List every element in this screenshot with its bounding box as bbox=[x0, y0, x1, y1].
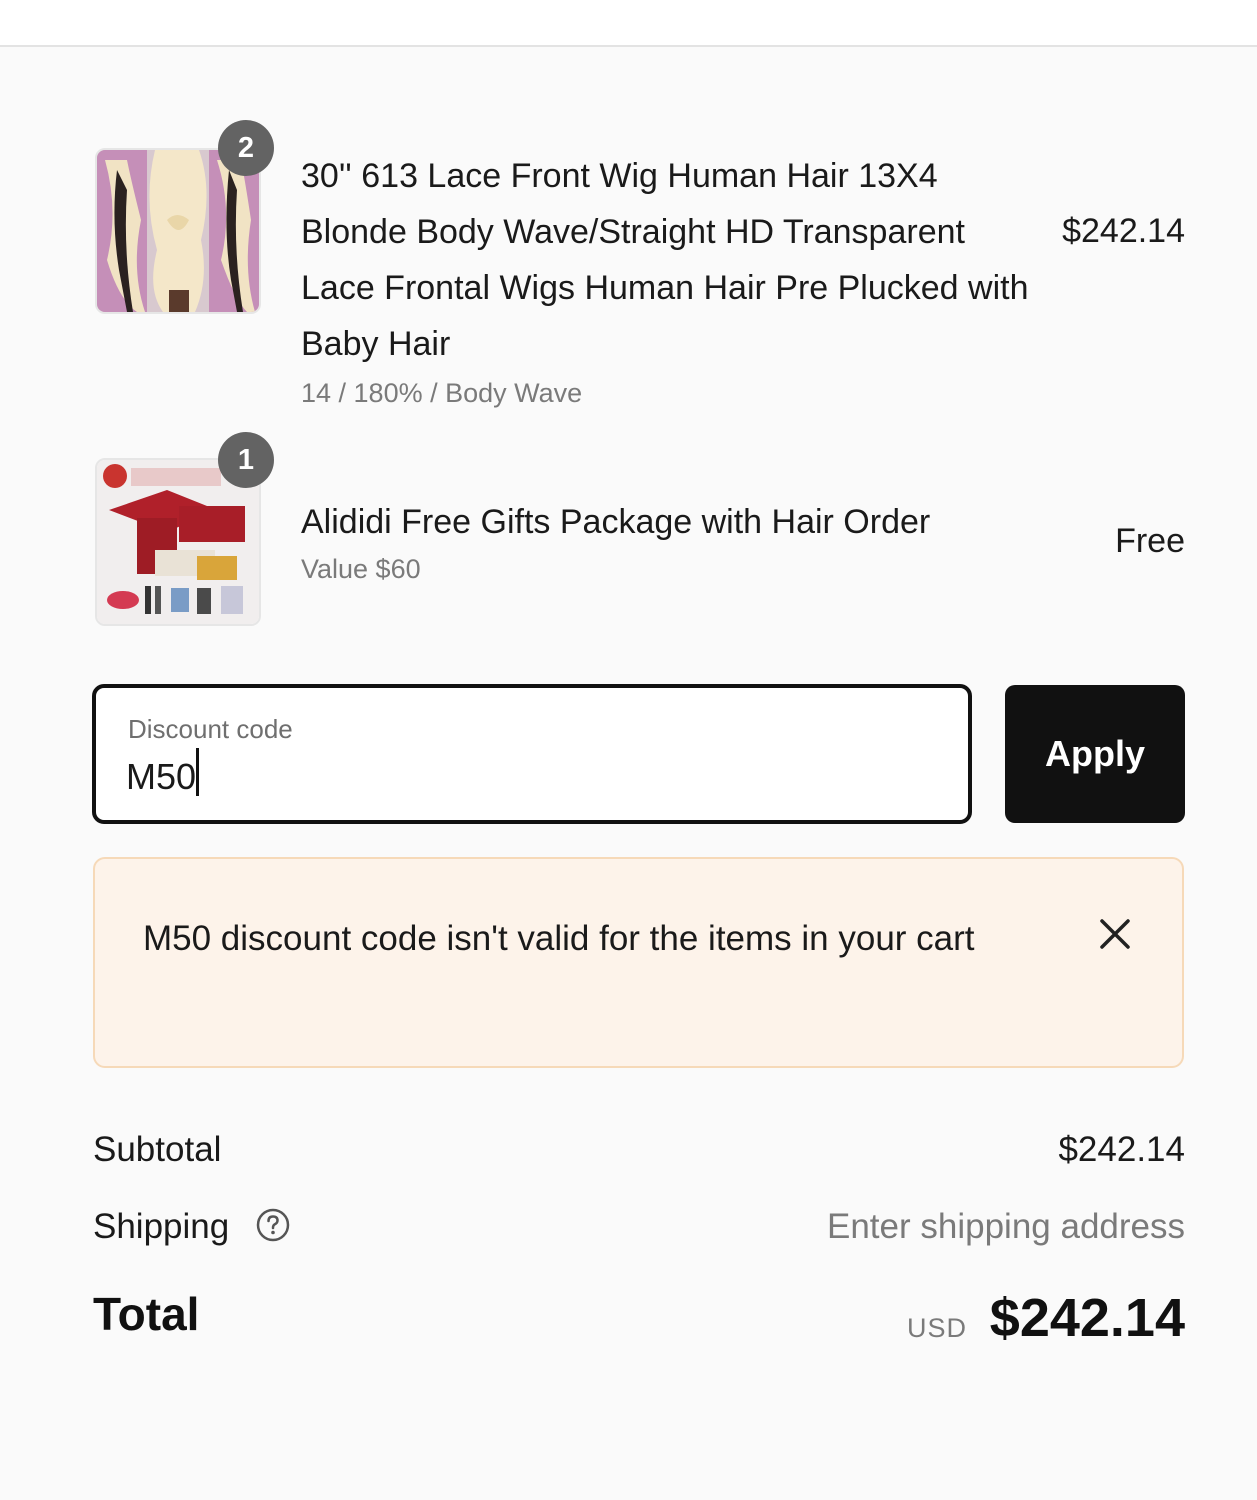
item-price: Free bbox=[1115, 522, 1185, 560]
item-price: $242.14 bbox=[1062, 212, 1185, 250]
item-variant: Value $60 bbox=[301, 554, 421, 584]
shipping-value: Enter shipping address bbox=[827, 1207, 1185, 1246]
total-value: $242.14 bbox=[989, 1288, 1185, 1348]
item-title: 30'' 613 Lace Front Wig Human Hair 13X4 … bbox=[301, 157, 1029, 363]
subtotal-value: $242.14 bbox=[1058, 1130, 1185, 1169]
quantity-badge: 2 bbox=[218, 120, 274, 176]
text-caret bbox=[196, 748, 199, 796]
line-item-wig: 2 30'' 613 Lace Front Wig Human Hair 13X… bbox=[95, 120, 1185, 418]
header-bar bbox=[0, 0, 1257, 47]
wig-product-image bbox=[97, 150, 259, 312]
discount-code-label: Discount code bbox=[128, 714, 293, 744]
discount-code-field[interactable]: Discount code bbox=[92, 684, 972, 824]
total-label: Total bbox=[93, 1288, 200, 1340]
item-title: Alididi Free Gifts Package with Hair Ord… bbox=[301, 503, 931, 541]
shipping-row: Shipping Enter shipping address bbox=[93, 1207, 1185, 1251]
subtotal-label: Subtotal bbox=[93, 1130, 222, 1169]
item-variant: 14 / 180% / Body Wave bbox=[301, 378, 583, 408]
close-icon[interactable] bbox=[1098, 917, 1132, 951]
discount-error-banner: M50 discount code isn't valid for the it… bbox=[93, 857, 1184, 1068]
help-icon[interactable] bbox=[255, 1207, 291, 1243]
product-thumbnail: 2 bbox=[95, 120, 274, 314]
total-row: Total USD $242.14 bbox=[93, 1287, 1185, 1351]
discount-code-input[interactable] bbox=[126, 752, 926, 802]
line-item-gift-package: 1 Alididi Free Gifts Package with Hair O… bbox=[95, 432, 1185, 628]
apply-button[interactable]: Apply bbox=[1005, 685, 1185, 823]
subtotal-row: Subtotal $242.14 bbox=[93, 1130, 1185, 1174]
product-thumbnail: 1 bbox=[95, 432, 274, 626]
currency-code: USD bbox=[906, 1313, 967, 1343]
shipping-label: Shipping bbox=[93, 1207, 230, 1246]
quantity-badge: 1 bbox=[218, 432, 274, 488]
error-message: M50 discount code isn't valid for the it… bbox=[143, 919, 975, 958]
